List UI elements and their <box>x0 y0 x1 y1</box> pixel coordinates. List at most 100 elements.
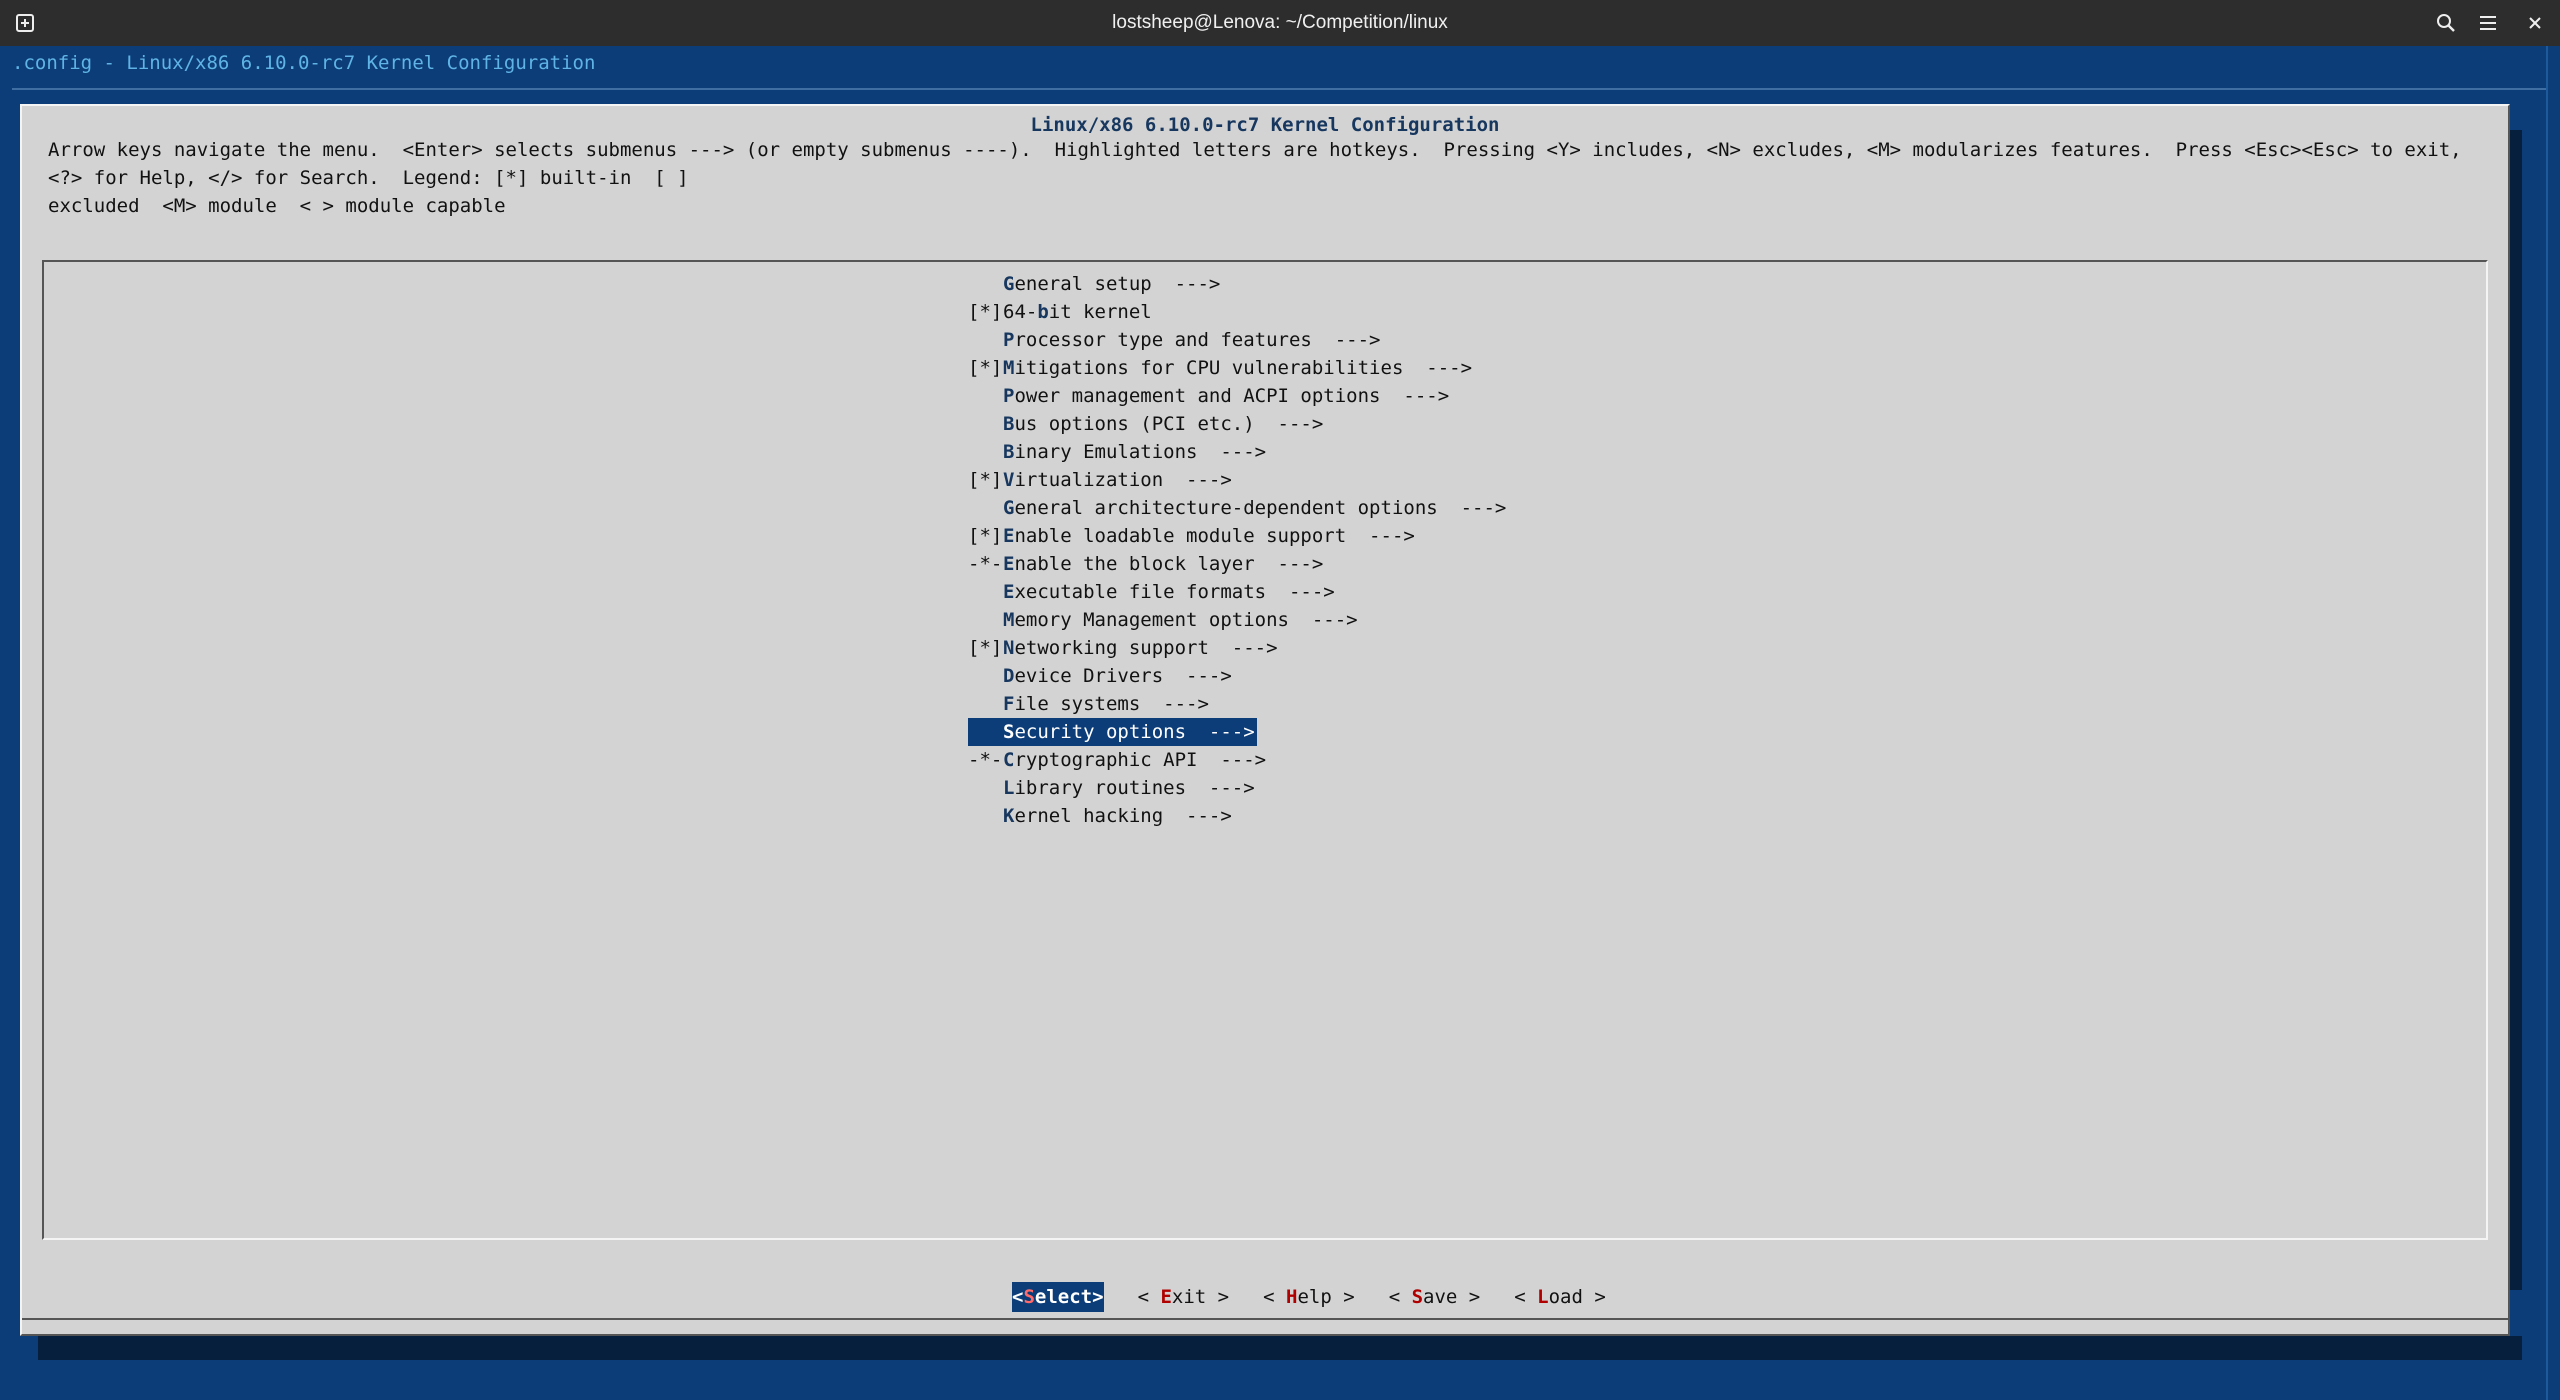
terminal-scrollbar[interactable] <box>2546 46 2560 1400</box>
button-exit[interactable]: < Exit > <box>1138 1282 1230 1312</box>
menu-item-hotkey: N <box>1003 637 1015 659</box>
menu-item[interactable]: Security options ---> <box>968 718 1257 746</box>
menu-item[interactable]: [*]Networking support ---> <box>968 634 1508 662</box>
menu-item-label: evice Drivers ---> <box>1014 665 1232 687</box>
button-bracket-close: > <box>1092 1286 1104 1308</box>
menu-item-hotkey: G <box>1003 497 1015 519</box>
menu-item-label: eneral architecture-dependent options --… <box>1014 497 1507 519</box>
menu-item-state: -*- <box>968 553 1003 575</box>
menu-item-label: emory Management options ---> <box>1014 609 1358 631</box>
menu-item[interactable]: Power management and ACPI options ---> <box>968 382 1508 410</box>
menu-item-hotkey: b <box>1037 301 1049 323</box>
menu-item-label: nable loadable module support ---> <box>1014 525 1415 547</box>
menu-item-label: itigations for CPU vulnerabilities ---> <box>1014 357 1473 379</box>
menu-item[interactable]: Device Drivers ---> <box>968 662 1508 690</box>
menu-item-hotkey: K <box>1003 805 1015 827</box>
menu-item-label: it kernel <box>1048 301 1152 323</box>
menu-item-hotkey: V <box>1003 469 1015 491</box>
menu-item-hotkey: M <box>1003 357 1015 379</box>
button-label: xit <box>1171 1286 1207 1308</box>
dialog-shadow-bottom <box>38 1336 2522 1360</box>
terminal-area[interactable]: .config - Linux/x86 6.10.0-rc7 Kernel Co… <box>0 46 2560 1400</box>
button-divider <box>22 1318 2508 1320</box>
button-hotkey: S <box>1411 1286 1424 1308</box>
menu-item-hotkey: G <box>1003 273 1015 295</box>
menu-box: General setup ---> [*]64-bit kernel Proces… <box>42 260 2488 1240</box>
menu-item[interactable]: [*]Mitigations for CPU vulnerabilities -… <box>968 354 1508 382</box>
button-hotkey: H <box>1286 1286 1298 1308</box>
button-bar: <Select> < Exit > < Help > < Save > < Load > <box>1012 1282 1640 1312</box>
menu-item-state: -*- <box>968 749 1003 771</box>
button-bracket-close: > <box>1457 1286 1481 1308</box>
menu-item-label: nable the block layer ---> <box>1014 553 1324 575</box>
menu-item[interactable]: Library routines ---> <box>968 774 1508 802</box>
window-titlebar: lostsheep@Lenova: ~/Competition/linux <box>0 0 2560 46</box>
menu-list: General setup ---> [*]64-bit kernel Proces… <box>968 270 1508 830</box>
menu-item-label: etworking support ---> <box>1014 637 1278 659</box>
search-icon[interactable] <box>2431 8 2461 38</box>
button-bracket-close: > <box>1582 1286 1606 1308</box>
menu-item-label: inary Emulations ---> <box>1014 441 1267 463</box>
menu-item-hotkey: P <box>1003 329 1015 351</box>
menu-item[interactable]: General architecture-dependent options -… <box>968 494 1508 522</box>
button-bracket-close: > <box>1206 1286 1230 1308</box>
menu-item-hotkey: B <box>1003 441 1015 463</box>
menu-item-hotkey: E <box>1003 525 1015 547</box>
button-save[interactable]: < Save > <box>1389 1282 1481 1312</box>
menu-item-hotkey: P <box>1003 385 1015 407</box>
close-icon[interactable] <box>2520 8 2550 38</box>
menu-item[interactable]: [*]64-bit kernel <box>968 298 1508 326</box>
button-help[interactable]: < Help > <box>1263 1282 1355 1312</box>
menu-item-state: [*] <box>968 525 1003 547</box>
button-bracket-open: < <box>1012 1286 1024 1308</box>
menu-item[interactable]: Binary Emulations ---> <box>968 438 1508 466</box>
menu-item-hotkey: B <box>1003 413 1015 435</box>
menu-item-label: irtualization ---> <box>1014 469 1232 491</box>
menu-item-label: ower management and ACPI options ---> <box>1014 385 1450 407</box>
menu-item-label: us options (PCI etc.) ---> <box>1014 413 1324 435</box>
menu-icon[interactable] <box>2473 8 2503 38</box>
menuconfig-dialog: Linux/x86 6.10.0-rc7 Kernel Configuratio… <box>20 104 2510 1336</box>
menu-item-label: ernel hacking ---> <box>1014 805 1232 827</box>
menu-item-label: ibrary routines ---> <box>1014 777 1255 799</box>
menu-item[interactable]: Memory Management options ---> <box>968 606 1508 634</box>
button-label: ave <box>1423 1286 1458 1308</box>
menu-item[interactable]: [*]Virtualization ---> <box>968 466 1508 494</box>
button-select[interactable]: <Select> <box>1012 1282 1104 1312</box>
button-bracket-open: < <box>1514 1286 1538 1308</box>
button-hotkey: L <box>1537 1286 1549 1308</box>
menu-item-hotkey: F <box>1003 693 1015 715</box>
menu-item-hotkey: L <box>1003 777 1015 799</box>
backtitle: .config - Linux/x86 6.10.0-rc7 Kernel Co… <box>12 52 596 74</box>
dialog-shadow-right <box>2510 130 2522 1290</box>
menu-item-hotkey: S <box>1003 721 1015 743</box>
menu-item[interactable]: Processor type and features ---> <box>968 326 1508 354</box>
window-title: lostsheep@Lenova: ~/Competition/linux <box>1112 12 1448 33</box>
button-label: elect <box>1034 1286 1093 1308</box>
button-label: elp <box>1297 1286 1332 1308</box>
button-label: oad <box>1548 1286 1583 1308</box>
menu-item-label: eneral setup ---> <box>1014 273 1221 295</box>
button-bracket-open: < <box>1388 1286 1412 1308</box>
menu-item[interactable]: Bus options (PCI etc.) ---> <box>968 410 1508 438</box>
menu-item[interactable]: General setup ---> <box>968 270 1508 298</box>
backtitle-divider <box>12 88 2546 90</box>
menu-item-label: rocessor type and features ---> <box>1014 329 1381 351</box>
button-bracket-close: > <box>1331 1286 1355 1308</box>
menu-item-hotkey: C <box>1003 749 1015 771</box>
button-bracket-open: < <box>1137 1286 1161 1308</box>
help-text: Arrow keys navigate the menu. <Enter> se… <box>48 139 2462 217</box>
menu-item[interactable]: -*-Cryptographic API ---> <box>968 746 1508 774</box>
menu-item-label: ryptographic API ---> <box>1014 749 1267 771</box>
menu-item[interactable]: Kernel hacking ---> <box>968 802 1508 830</box>
menu-item[interactable]: -*-Enable the block layer ---> <box>968 550 1508 578</box>
button-hotkey: E <box>1160 1286 1172 1308</box>
menu-item[interactable]: Executable file formats ---> <box>968 578 1508 606</box>
menu-item-label: ecurity options ---> <box>1014 721 1255 743</box>
menu-item-hotkey: E <box>1003 581 1015 603</box>
menu-item-state: [*] <box>968 469 1003 491</box>
menu-item-hotkey: M <box>1003 609 1015 631</box>
menu-item[interactable]: [*]Enable loadable module support ---> <box>968 522 1508 550</box>
menu-item[interactable]: File systems ---> <box>968 690 1508 718</box>
button-load[interactable]: < Load > <box>1514 1282 1606 1312</box>
